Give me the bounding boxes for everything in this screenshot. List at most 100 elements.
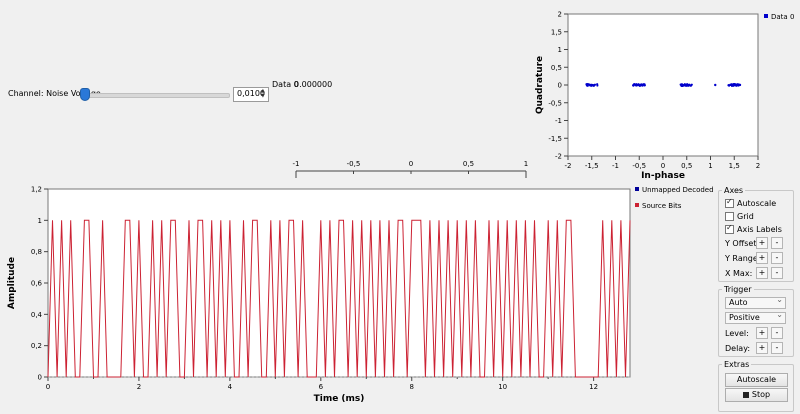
- legend-label-unmapped: Unmapped Decoded Bits: [642, 186, 715, 194]
- axis-labels-checkbox[interactable]: Axis Labels: [725, 223, 782, 234]
- x-max-label: X Max:: [725, 269, 753, 278]
- trigger-title: Trigger: [722, 285, 754, 294]
- x-max-plus-button[interactable]: +: [756, 267, 768, 279]
- axes-title: Axes: [722, 186, 746, 195]
- y-tick-label: 0: [38, 374, 42, 382]
- constellation-point: [687, 83, 690, 87]
- constellation-point: [632, 84, 635, 87]
- constellation-point: [591, 84, 595, 87]
- x-max-minus-button[interactable]: -: [771, 267, 783, 279]
- extras-title: Extras: [722, 360, 752, 369]
- scale-label: 0,5: [463, 160, 474, 168]
- autoscale-label: Autoscale: [737, 199, 777, 208]
- trigger-slope-select[interactable]: Positive: [725, 310, 786, 324]
- legend-swatch-unmapped: [635, 187, 639, 191]
- stop-button-label: Stop: [751, 390, 771, 399]
- delay-minus-button[interactable]: -: [771, 342, 783, 354]
- y-tick-label: -1: [555, 117, 562, 125]
- trigger-mode-select[interactable]: Auto: [725, 295, 786, 309]
- constellation-point: [734, 84, 737, 87]
- autoscale-checkbox[interactable]: Autoscale: [725, 197, 777, 208]
- axis-labels-label: Axis Labels: [737, 225, 782, 234]
- scale-label: -1: [293, 160, 300, 168]
- scale-label: 0: [409, 160, 413, 168]
- x-tick-label: 8: [410, 383, 414, 391]
- stop-button[interactable]: Stop: [725, 388, 788, 402]
- y-range-plus-button[interactable]: +: [756, 252, 768, 264]
- constellation-xlabel: In-phase: [641, 171, 685, 180]
- trigger-groupbox: Trigger Auto Positive Level: + - Delay: …: [718, 285, 794, 357]
- constellation-point: [728, 84, 731, 87]
- time-xlabel: Time (ms): [314, 394, 365, 404]
- x-tick-label: 0: [661, 162, 665, 170]
- x-tick-label: 12: [589, 383, 598, 391]
- y-offset-minus-button[interactable]: -: [771, 237, 783, 249]
- x-tick-label: 2: [756, 162, 760, 170]
- y-tick-label: -1,5: [548, 135, 562, 143]
- x-tick-label: -0,5: [632, 162, 646, 170]
- delay-plus-button[interactable]: +: [756, 342, 768, 354]
- autoscale-button[interactable]: Autoscale: [725, 373, 788, 387]
- y-tick-label: 2: [558, 11, 562, 19]
- trigger-level-label: Level:: [725, 329, 749, 338]
- stop-icon: [742, 392, 749, 398]
- y-tick-label: -2: [555, 153, 562, 161]
- constellation-point: [634, 83, 638, 86]
- time-domain-plot[interactable]: 0 2 4 6 8 10 12 1,2 1 0,8 0,6 0,4 0,2 0 Time (ms) Amp…: [0, 180, 715, 414]
- constellation-point: [590, 84, 593, 87]
- noise-voltage-slider[interactable]: [80, 88, 230, 101]
- constellation-point: [738, 83, 741, 86]
- x-tick-label: 10: [498, 383, 507, 391]
- constellation-point: [586, 84, 589, 87]
- x-tick-label: -1: [612, 162, 619, 170]
- axis-labels-check-icon[interactable]: [725, 223, 734, 234]
- x-tick-label: 1: [708, 162, 712, 170]
- x-tick-label: 2: [137, 383, 141, 391]
- constellation-point: [714, 83, 717, 87]
- legend-label-source: Source Bits: [642, 202, 682, 210]
- scale-label: -0,5: [347, 160, 361, 168]
- y-offset-plus-button[interactable]: +: [756, 237, 768, 249]
- axes-groupbox: Axes Autoscale Grid Axis Labels Y Offset…: [718, 186, 794, 282]
- y-offset-label: Y Offset:: [725, 239, 760, 248]
- x-tick-label: 0: [46, 383, 50, 391]
- time-ylabel: Amplitude: [7, 257, 17, 309]
- x-tick-label: 4: [228, 383, 233, 391]
- number-sink-value: 0.000000: [294, 80, 333, 89]
- trigger-delay-label: Delay:: [725, 344, 751, 353]
- y-tick-label: 1: [38, 217, 42, 225]
- grid-check-icon[interactable]: [725, 212, 734, 221]
- autoscale-check-icon[interactable]: [725, 197, 734, 208]
- constellation-point: [640, 83, 643, 86]
- legend-label-data0: Data 0: [771, 13, 794, 21]
- x-tick-label: 0,5: [681, 162, 692, 170]
- y-tick-label: 1: [558, 46, 562, 54]
- y-range-minus-button[interactable]: -: [771, 252, 783, 264]
- y-tick-label: 0,5: [551, 64, 562, 72]
- legend-swatch-source: [635, 203, 639, 207]
- slider-handle[interactable]: [80, 88, 90, 101]
- noise-voltage-spinbox[interactable]: 0,0100 ▲ ▼: [233, 87, 269, 102]
- level-plus-button[interactable]: +: [756, 327, 768, 339]
- slider-track: [82, 93, 230, 98]
- constellation-ylabel: Quadrature: [535, 56, 545, 114]
- x-tick-label: 6: [319, 383, 324, 391]
- y-tick-label: 0,6: [31, 280, 43, 288]
- y-tick-label: 0,8: [31, 248, 42, 256]
- number-sink-scale: -1 -0,5 0 0,5 1: [293, 160, 528, 178]
- x-tick-label: -2: [565, 162, 572, 170]
- level-minus-button[interactable]: -: [771, 327, 783, 339]
- constellation-point: [596, 84, 599, 87]
- y-tick-label: 0,2: [31, 342, 42, 350]
- constellation-point: [593, 83, 597, 86]
- y-tick-label: 1,5: [551, 28, 562, 36]
- extras-groupbox: Extras Autoscale Stop: [718, 360, 794, 412]
- y-tick-label: 0,4: [31, 311, 43, 319]
- y-tick-label: -0,5: [548, 99, 562, 107]
- constellation-point: [731, 84, 734, 87]
- x-tick-label: -1,5: [585, 162, 599, 170]
- spin-arrows-icon[interactable]: ▲ ▼: [261, 89, 267, 99]
- grid-label: Grid: [737, 212, 754, 221]
- constellation-plot[interactable]: -2 -1,5 -1 -0,5 0 0,5 1 1,5 2 2 1,5 1 0,5 0 -0,5 -1 -1,5…: [530, 2, 800, 181]
- grid-checkbox[interactable]: Grid: [725, 212, 754, 221]
